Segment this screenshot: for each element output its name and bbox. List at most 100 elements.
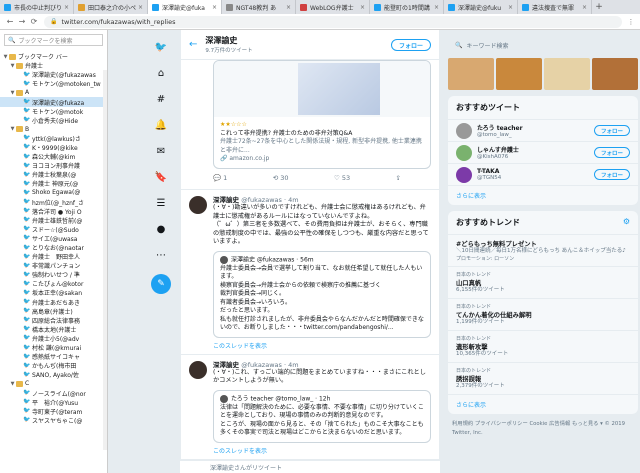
suggested-account[interactable]: T-TAKA @TGN54 フォロー (448, 164, 638, 186)
tweet[interactable]: 深澤諭史 @fukazawas · 4m (・∀・)勘違いが多いのですけれども、弁… (181, 190, 439, 355)
follow-button[interactable]: フォロー (593, 147, 630, 158)
bookmark-folder[interactable]: ▼ ブックマーク バー (0, 52, 107, 61)
bookmark-item[interactable]: 🐦 橋本太地(弁護士 (0, 325, 107, 334)
bookmark-item[interactable]: 🐦 森公大輔(@kim (0, 152, 107, 161)
bookmark-item[interactable]: 🐦 yttk(@lawkus)さ (0, 134, 107, 143)
back-button[interactable]: ← (4, 17, 16, 26)
quoted-tweet[interactable]: たろう teacher @tomo_law_ · 12h 法律は「問題解決のために… (213, 389, 431, 443)
browser-tab[interactable]: NGT48教判 あ × (222, 0, 296, 14)
bookmark-item[interactable]: 🐦 村松 謙(@kmurai (0, 343, 107, 352)
suggested-account[interactable]: しゃんす弁護士 @KishA076 フォロー (448, 142, 638, 164)
browser-tab[interactable]: 能登町の1時間講 × (370, 0, 444, 14)
trend-name[interactable]: 遺形斬攻撃 (456, 342, 630, 351)
bookmark-item[interactable]: 🐦 弁護士 野田幸人 (0, 252, 107, 261)
forward-button[interactable]: → (16, 17, 28, 26)
show-thread-link[interactable]: このスレッドを表示 (213, 446, 431, 455)
tab-close-icon[interactable]: × (138, 4, 143, 11)
trend-item[interactable]: 日本のトレンド 遺形斬攻撃 10,365件のツイート (448, 331, 638, 363)
bookmark-folder[interactable]: ▼ A (0, 88, 107, 97)
bookmark-folder[interactable]: ▼ B (0, 125, 107, 134)
browser-tab[interactable]: 深澤諭史@fuka × (148, 0, 222, 14)
bookmark-icon[interactable]: 🔖 (148, 170, 174, 184)
avatar[interactable] (189, 196, 207, 214)
footer-link[interactable]: 利用規約 (452, 421, 475, 427)
expand-toggle-icon[interactable]: ▼ (2, 54, 9, 60)
show-thread-link[interactable]: このスレッドを表示 (213, 341, 431, 350)
who-to-follow-more-link[interactable]: さらに表示 (448, 186, 638, 205)
bookmark-item[interactable]: 🐦 スドー☆(@Sudo (0, 225, 107, 234)
bookmark-item[interactable]: 🐦 K・9999(@kike (0, 143, 107, 152)
tab-close-icon[interactable]: × (434, 4, 439, 11)
bookmark-folder[interactable]: ▼ 弁護士 (0, 61, 107, 70)
footer-link[interactable]: 広告情報 (549, 421, 572, 427)
follow-button[interactable]: フォロー (390, 39, 431, 51)
trend-name[interactable]: #どらもっち無料プレゼント (456, 239, 630, 248)
trend-item[interactable]: 日本のトレンド てんかん着化の仕組み解明 1,199件のツイート (448, 299, 638, 331)
bookmark-item[interactable]: 🐦 弁護士小5(@adv (0, 334, 107, 343)
bookmark-item[interactable]: 🐦 弁護士あだちあき (0, 298, 107, 307)
sidebar-scrollbar[interactable] (103, 70, 107, 450)
tab-close-icon[interactable]: × (212, 4, 217, 11)
bookmark-item[interactable]: 🐦 ノースライム(@nor (0, 388, 107, 398)
bookmark-item[interactable]: 🐦 非常識パンチョン (0, 261, 107, 270)
avatar[interactable] (189, 360, 207, 379)
profile-icon[interactable]: ● (148, 222, 174, 236)
bookmark-item[interactable]: 🐦 モトケン(@motok (0, 107, 107, 116)
browser-tab[interactable]: 市長の中止判びり × (0, 0, 74, 14)
browser-tab[interactable]: 田口泰之介の小ペ × (74, 0, 148, 14)
bookmark-item[interactable]: 🐦 こたぴょん@kotor (0, 279, 107, 288)
bookmark-search-input[interactable]: 🔍 ブックマークを検索 (4, 34, 103, 46)
tab-close-icon[interactable]: × (360, 4, 365, 11)
bookmark-item[interactable]: 🐦 モトケン(@motoken_tw (0, 79, 107, 88)
avatar[interactable] (456, 166, 472, 183)
bookmark-item[interactable]: 🐦 ヨコヨン刑事弁護 (0, 161, 107, 170)
media-thumbnail[interactable] (496, 58, 542, 90)
bookmark-item[interactable]: 🐦 深澤諭史(@fukaza (0, 97, 107, 107)
trend-item[interactable]: 日本のトレンド 山口真帆 6,155件のツイート (448, 267, 638, 299)
bookmark-item[interactable]: 🐦 小倉秀夫(@Hide (0, 116, 107, 125)
avatar[interactable] (456, 122, 472, 139)
bookmark-item[interactable]: 🐦 弁護士 神原元(@ (0, 179, 107, 188)
bookmark-item[interactable]: 🐦 弁護士秋葉泉(@ (0, 170, 107, 179)
bookmark-folder[interactable]: ▼ C (0, 379, 107, 388)
quoted-tweet[interactable]: 深澤諭史 @fukazawas · 56m 弁護士委員会→会員で選挙して割り当て、… (213, 250, 431, 338)
list-icon[interactable]: ☰ (148, 196, 174, 210)
browser-tab[interactable]: 違法捜査で無罪 × (518, 0, 592, 14)
expand-toggle-icon[interactable]: ▼ (9, 126, 16, 132)
media-thumbnail[interactable] (544, 58, 590, 90)
more-icon[interactable]: ⋯ (148, 248, 174, 262)
bookmark-item[interactable]: 🐦 SANO, Ayako/佐 (0, 370, 107, 379)
retweet-button[interactable]: ⟲ 30 (273, 174, 289, 182)
bookmark-item[interactable]: 🐦 坂本正幸(@sakan (0, 288, 107, 297)
follow-button[interactable]: フォロー (593, 125, 630, 136)
trend-name[interactable]: 誘拐誤報 (456, 374, 630, 383)
trend-name[interactable]: 山口真帆 (456, 278, 630, 287)
bookmark-item[interactable]: 🐦 Shoko Egawa(@ (0, 188, 107, 197)
mail-icon[interactable]: ✉ (148, 144, 174, 158)
expand-toggle-icon[interactable]: ▼ (9, 90, 16, 96)
twitter-search-input[interactable]: 🔍 キーワード検索 (448, 38, 638, 52)
bell-icon[interactable]: 🔔 (148, 118, 174, 132)
footer-link[interactable]: Cookie (529, 421, 549, 427)
bookmark-item[interactable]: 🐦 深澤諭史(@fukazawas (0, 70, 107, 79)
tweet-author-name[interactable]: 深澤諭史 (213, 196, 241, 204)
url-input[interactable]: 🔒 twitter.com/fukazawas/with_replies (44, 15, 622, 28)
browser-menu-button[interactable]: ⋮ (626, 18, 636, 26)
trend-name[interactable]: てんかん着化の仕組み解明 (456, 310, 630, 319)
media-thumbnail[interactable] (448, 58, 494, 90)
bookmark-item[interactable]: 🐦 かもんぢ(梅市田 (0, 361, 107, 370)
tweet-author-name[interactable]: 深澤諭史 (213, 361, 241, 369)
footer-link[interactable]: もっと見る ▾ (572, 421, 605, 427)
reply-button[interactable]: 💬 1 (213, 174, 227, 182)
footer-link[interactable]: プライバシーポリシー (475, 421, 530, 427)
bookmark-item[interactable]: 🐦 寺町東子(@teram (0, 407, 107, 416)
media-thumbnail[interactable] (592, 58, 638, 90)
bookmark-item[interactable]: 🐦 hzm位(@_hznf_さ (0, 198, 107, 207)
tab-close-icon[interactable]: × (286, 4, 291, 11)
home-icon[interactable]: ⌂ (148, 66, 174, 80)
tab-close-icon[interactable]: × (64, 4, 69, 11)
bookmark-item[interactable]: 🐦 四原総合法律事務 (0, 316, 107, 325)
trends-more-link[interactable]: さらに表示 (448, 395, 638, 414)
bookmark-item[interactable]: 🐦 とりなお(@naotar (0, 243, 107, 252)
compose-tweet-button[interactable]: ✎ (151, 274, 171, 294)
